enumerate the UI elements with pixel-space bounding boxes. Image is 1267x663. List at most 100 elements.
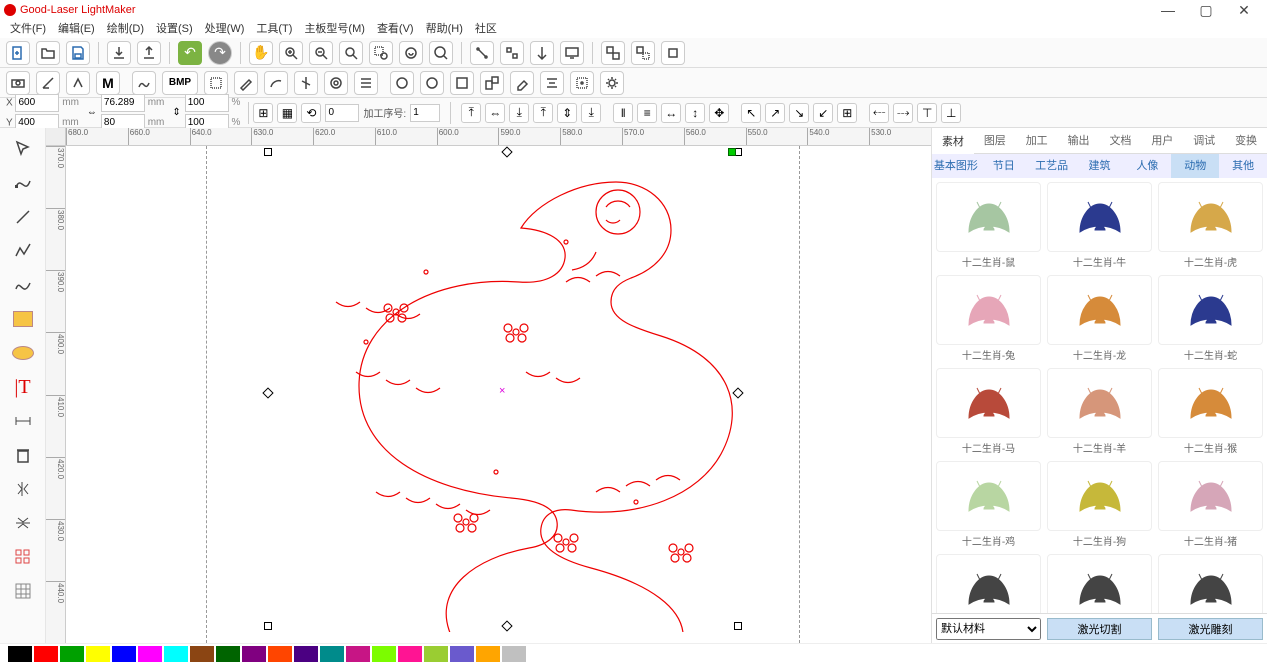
tool-c-button[interactable] — [530, 41, 554, 65]
tab-process[interactable]: 加工 — [1016, 128, 1058, 153]
undo-button[interactable]: ↶ — [178, 41, 202, 65]
color-swatch[interactable] — [320, 646, 344, 662]
menu-settings[interactable]: 设置(S) — [150, 20, 199, 38]
gallery[interactable]: 十二生肖-鼠十二生肖-牛十二生肖-虎十二生肖-兔十二生肖-龙十二生肖-蛇十二生肖… — [932, 178, 1267, 613]
cat-other[interactable]: 其他 — [1219, 154, 1267, 178]
gallery-item[interactable]: 十二生肖-狗 — [1047, 461, 1152, 548]
laser-engrave-button[interactable]: 激光雕刻 — [1158, 618, 1263, 640]
scale-button[interactable] — [480, 71, 504, 95]
outline-circle-button[interactable] — [420, 71, 444, 95]
lock-wh-icon[interactable]: ⇕ — [172, 107, 180, 118]
array-tool[interactable] — [7, 542, 39, 572]
zoom-fit-button[interactable] — [339, 41, 363, 65]
rotate-button[interactable]: ⟲ — [301, 103, 321, 123]
dimension-tool[interactable] — [7, 406, 39, 436]
scale-x-input[interactable] — [185, 94, 229, 112]
angle-tool-button[interactable] — [36, 71, 60, 95]
color-swatch[interactable] — [450, 646, 474, 662]
color-swatch[interactable] — [476, 646, 500, 662]
move-center-button[interactable]: ✥ — [709, 103, 729, 123]
pen-button[interactable] — [234, 71, 258, 95]
gallery-item[interactable]: 十二生肖-猪 — [1158, 461, 1263, 548]
align-top-button[interactable]: ⤒ — [533, 103, 553, 123]
color-swatch[interactable] — [502, 646, 526, 662]
curve-tool[interactable] — [7, 270, 39, 300]
mirror-v-tool[interactable] — [7, 474, 39, 504]
gallery-item[interactable]: 十二生肖-蛇 — [1158, 275, 1263, 362]
handle-rotate[interactable] — [728, 148, 736, 156]
gallery-item[interactable]: 十二生肖-虎 — [1158, 182, 1263, 269]
mirror-h-tool[interactable] — [7, 508, 39, 538]
minimize-button[interactable]: — — [1149, 0, 1187, 20]
align-left-button[interactable]: ⤒ — [461, 103, 481, 123]
grid-button[interactable]: ⊞ — [837, 103, 857, 123]
gallery-item[interactable]: 十二生肖-龙 — [1047, 275, 1152, 362]
laser-cut-button[interactable]: 激光切割 — [1047, 618, 1152, 640]
gear-button[interactable] — [600, 71, 624, 95]
color-swatch[interactable] — [60, 646, 84, 662]
fill-circle-button[interactable] — [390, 71, 414, 95]
group-c-button[interactable] — [661, 41, 685, 65]
text-tool[interactable]: |T — [7, 372, 39, 402]
tab-layers[interactable]: 图层 — [974, 128, 1016, 153]
menu-help[interactable]: 帮助(H) — [420, 20, 469, 38]
tab-document[interactable]: 文档 — [1100, 128, 1142, 153]
tab-debug[interactable]: 调试 — [1183, 128, 1225, 153]
gallery-item[interactable] — [1158, 554, 1263, 613]
cut-node-button[interactable] — [294, 71, 318, 95]
ellipse-tool[interactable] — [7, 338, 39, 368]
rotate-ccw-button[interactable]: ⊥ — [941, 103, 961, 123]
save-file-button[interactable] — [66, 41, 90, 65]
polyline-tool[interactable] — [7, 236, 39, 266]
select-tool[interactable] — [7, 134, 39, 164]
color-swatch[interactable] — [372, 646, 396, 662]
close-button[interactable]: ✕ — [1225, 0, 1263, 20]
corner-br-button[interactable]: ↘ — [789, 103, 809, 123]
delete-tool[interactable] — [7, 440, 39, 470]
handle-bl[interactable] — [264, 622, 272, 630]
node-edit-tool[interactable] — [7, 168, 39, 198]
zoom-all-button[interactable] — [399, 41, 423, 65]
corner-bl-button[interactable]: ↙ — [813, 103, 833, 123]
flip-v-button[interactable]: ⤏ — [893, 103, 913, 123]
rotation-input[interactable] — [325, 104, 359, 122]
cat-craft[interactable]: 工艺品 — [1028, 154, 1076, 178]
menu-draw[interactable]: 绘制(D) — [101, 20, 150, 38]
tab-output[interactable]: 输出 — [1058, 128, 1100, 153]
monitor-button[interactable] — [560, 41, 584, 65]
color-swatch[interactable] — [398, 646, 422, 662]
seq-input[interactable] — [410, 104, 440, 122]
space-v-button[interactable]: ↕ — [685, 103, 705, 123]
color-swatch[interactable] — [190, 646, 214, 662]
align-text-button[interactable] — [540, 71, 564, 95]
rectangle-tool[interactable] — [7, 304, 39, 334]
menu-edit[interactable]: 编辑(E) — [52, 20, 101, 38]
x-input[interactable] — [15, 94, 59, 112]
tool-b-button[interactable] — [500, 41, 524, 65]
corner-tl-button[interactable]: ↖ — [741, 103, 761, 123]
lock-xy-icon[interactable]: ⇔ — [87, 107, 97, 118]
cat-holiday[interactable]: 节日 — [980, 154, 1028, 178]
color-swatch[interactable] — [112, 646, 136, 662]
export-button[interactable] — [137, 41, 161, 65]
line-tool[interactable] — [7, 202, 39, 232]
outline-rect-button[interactable] — [450, 71, 474, 95]
bounds-button[interactable] — [204, 71, 228, 95]
color-swatch[interactable] — [216, 646, 240, 662]
bmp-button[interactable]: BMP — [162, 71, 198, 95]
zoom-page-button[interactable] — [429, 41, 453, 65]
color-swatch[interactable] — [424, 646, 448, 662]
anchor-grid-button[interactable]: ⊞ — [253, 103, 273, 123]
gallery-item[interactable]: 十二生肖-马 — [936, 368, 1041, 455]
menu-view[interactable]: 查看(V) — [371, 20, 420, 38]
color-swatch[interactable] — [8, 646, 32, 662]
tab-user[interactable]: 用户 — [1141, 128, 1183, 153]
cam-button[interactable] — [6, 71, 30, 95]
cat-basic[interactable]: 基本图形 — [932, 154, 980, 178]
menu-community[interactable]: 社区 — [469, 20, 503, 38]
color-swatch[interactable] — [294, 646, 318, 662]
corner-tr-button[interactable]: ↗ — [765, 103, 785, 123]
distribute-h-button[interactable]: ‖ — [613, 103, 633, 123]
tool-a-button[interactable] — [470, 41, 494, 65]
tab-materials[interactable]: 素材 — [932, 129, 974, 154]
